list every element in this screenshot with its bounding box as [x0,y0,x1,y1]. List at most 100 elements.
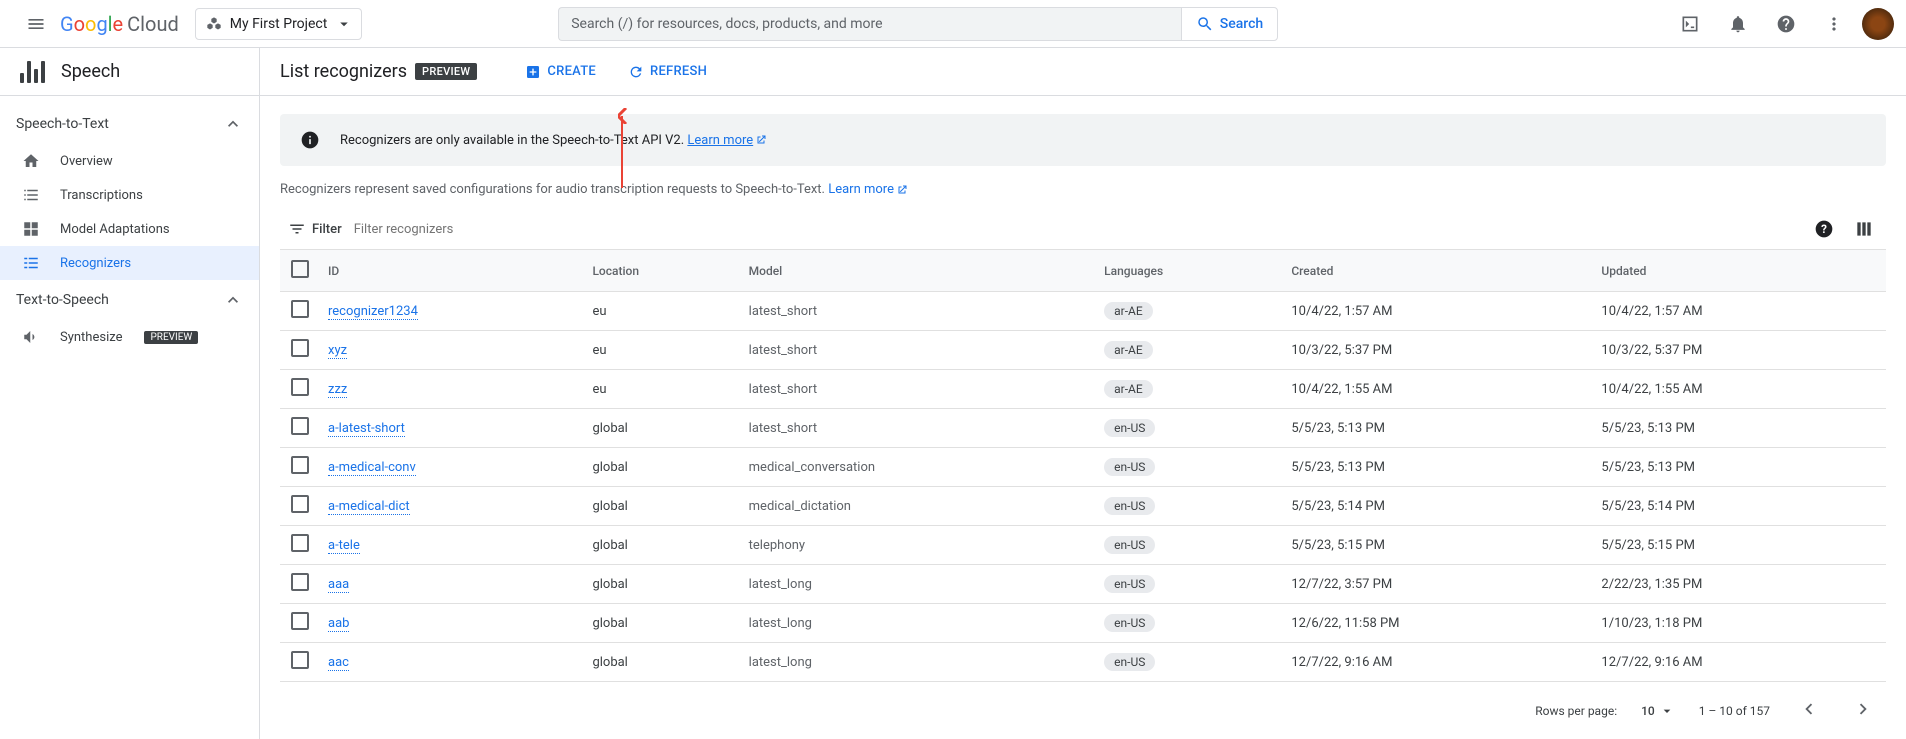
cell-model: latest_long [741,565,1096,604]
external-link-icon [896,184,908,196]
help-filled-icon[interactable]: ? [1814,219,1834,239]
recognizer-id-link[interactable]: xyz [328,343,347,359]
cell-model: medical_conversation [741,448,1096,487]
sidebar-item-overview[interactable]: Overview [0,144,259,178]
select-all-checkbox[interactable] [291,260,309,278]
cell-model: latest_short [741,409,1096,448]
recognizer-id-link[interactable]: a-medical-dict [328,499,410,515]
row-checkbox[interactable] [291,651,309,669]
user-avatar[interactable] [1862,8,1894,40]
recognizer-id-link[interactable]: a-latest-short [328,421,405,437]
sidebar-item-label: Overview [60,154,113,169]
search-wrap: Search (/) for resources, docs, products… [558,7,1278,41]
language-chip: en-US [1104,497,1155,515]
sidebar-item-label: Synthesize [60,330,122,345]
cell-updated: 5/5/23, 5:15 PM [1593,526,1886,565]
table-row: a-medical-conv global medical_conversati… [280,448,1886,487]
cell-updated: 5/5/23, 5:13 PM [1593,409,1886,448]
row-checkbox[interactable] [291,378,309,396]
cell-updated: 1/10/23, 1:18 PM [1593,604,1886,643]
product-header: Speech [0,48,260,96]
columns-icon[interactable] [1854,219,1874,239]
row-checkbox[interactable] [291,300,309,318]
filter-label: Filter [288,220,342,238]
col-updated[interactable]: Updated [1593,250,1886,292]
global-search-input[interactable]: Search (/) for resources, docs, products… [558,7,1181,41]
recognizer-id-link[interactable]: zzz [328,382,347,398]
filter-bar: Filter ? [280,209,1886,250]
description-text: Recognizers represent saved configuratio… [280,182,1886,197]
cell-location: global [584,487,740,526]
sidebar-group-stt[interactable]: Speech-to-Text [0,104,259,144]
cell-model: latest_short [741,331,1096,370]
cell-updated: 5/5/23, 5:14 PM [1593,487,1886,526]
recognizer-id-link[interactable]: aab [328,616,349,632]
hexagon-icon [206,16,222,32]
cell-updated: 5/5/23, 5:13 PM [1593,448,1886,487]
cloud-shell-icon[interactable] [1670,4,1710,44]
external-link-icon [755,134,767,146]
table-row: recognizer1234 eu latest_short ar-AE 10/… [280,292,1886,331]
row-checkbox[interactable] [291,417,309,435]
global-search-button[interactable]: Search [1181,7,1278,41]
recognizer-id-link[interactable]: recognizer1234 [328,304,418,320]
sidebar-group-tts[interactable]: Text-to-Speech [0,280,259,320]
sidebar-item-transcriptions[interactable]: Transcriptions [0,178,259,212]
row-checkbox[interactable] [291,573,309,591]
table-row: aab global latest_long en-US 12/6/22, 11… [280,604,1886,643]
row-checkbox[interactable] [291,534,309,552]
table-row: a-medical-dict global medical_dictation … [280,487,1886,526]
language-chip: ar-AE [1104,302,1153,320]
cell-location: eu [584,292,740,331]
banner-learn-more-link[interactable]: Learn more [687,133,767,148]
cell-updated: 10/3/22, 5:37 PM [1593,331,1886,370]
table-row: zzz eu latest_short ar-AE 10/4/22, 1:55 … [280,370,1886,409]
cell-location: global [584,565,740,604]
help-icon[interactable] [1766,4,1806,44]
col-model[interactable]: Model [741,250,1096,292]
google-cloud-logo[interactable]: Google Cloud [60,12,179,36]
info-icon [300,130,320,150]
project-picker[interactable]: My First Project [195,8,363,40]
row-checkbox[interactable] [291,456,309,474]
language-chip: en-US [1104,458,1155,476]
sidebar-item-synthesize[interactable]: Synthesize PREVIEW [0,320,259,354]
home-icon [22,152,42,170]
col-id[interactable]: ID [320,250,584,292]
create-button[interactable]: CREATE [525,64,596,80]
sidebar-item-recognizers[interactable]: Recognizers [0,246,259,280]
cell-created: 5/5/23, 5:13 PM [1283,448,1593,487]
add-box-icon [525,64,541,80]
desc-learn-more-link[interactable]: Learn more [828,182,908,197]
product-name: Speech [61,61,120,82]
speech-logo-icon [20,61,45,83]
row-checkbox[interactable] [291,339,309,357]
col-created[interactable]: Created [1283,250,1593,292]
cell-created: 10/3/22, 5:37 PM [1283,331,1593,370]
col-location[interactable]: Location [584,250,740,292]
recognizer-id-link[interactable]: aac [328,655,349,671]
filter-input[interactable] [354,222,1802,237]
refresh-button[interactable]: REFRESH [628,64,707,80]
language-chip: ar-AE [1104,380,1153,398]
hamburger-menu-icon[interactable] [12,0,60,48]
recognizer-id-link[interactable]: a-medical-conv [328,460,416,476]
cell-location: global [584,604,740,643]
sidebar: Speech-to-Text Overview Transcriptions M… [0,96,260,739]
recognizer-id-link[interactable]: aaa [328,577,349,593]
chevron-up-icon [223,114,243,134]
cell-location: global [584,448,740,487]
cell-location: eu [584,331,740,370]
recognizer-id-link[interactable]: a-tele [328,538,360,554]
notifications-icon[interactable] [1718,4,1758,44]
cell-updated: 10/4/22, 1:57 AM [1593,292,1886,331]
cell-model: latest_short [741,370,1096,409]
row-checkbox[interactable] [291,495,309,513]
cell-model: medical_dictation [741,487,1096,526]
more-vert-icon[interactable] [1814,4,1854,44]
cell-created: 5/5/23, 5:15 PM [1283,526,1593,565]
sidebar-item-adaptations[interactable]: Model Adaptations [0,212,259,246]
col-languages[interactable]: Languages [1096,250,1283,292]
info-banner: Recognizers are only available in the Sp… [280,114,1886,166]
row-checkbox[interactable] [291,612,309,630]
